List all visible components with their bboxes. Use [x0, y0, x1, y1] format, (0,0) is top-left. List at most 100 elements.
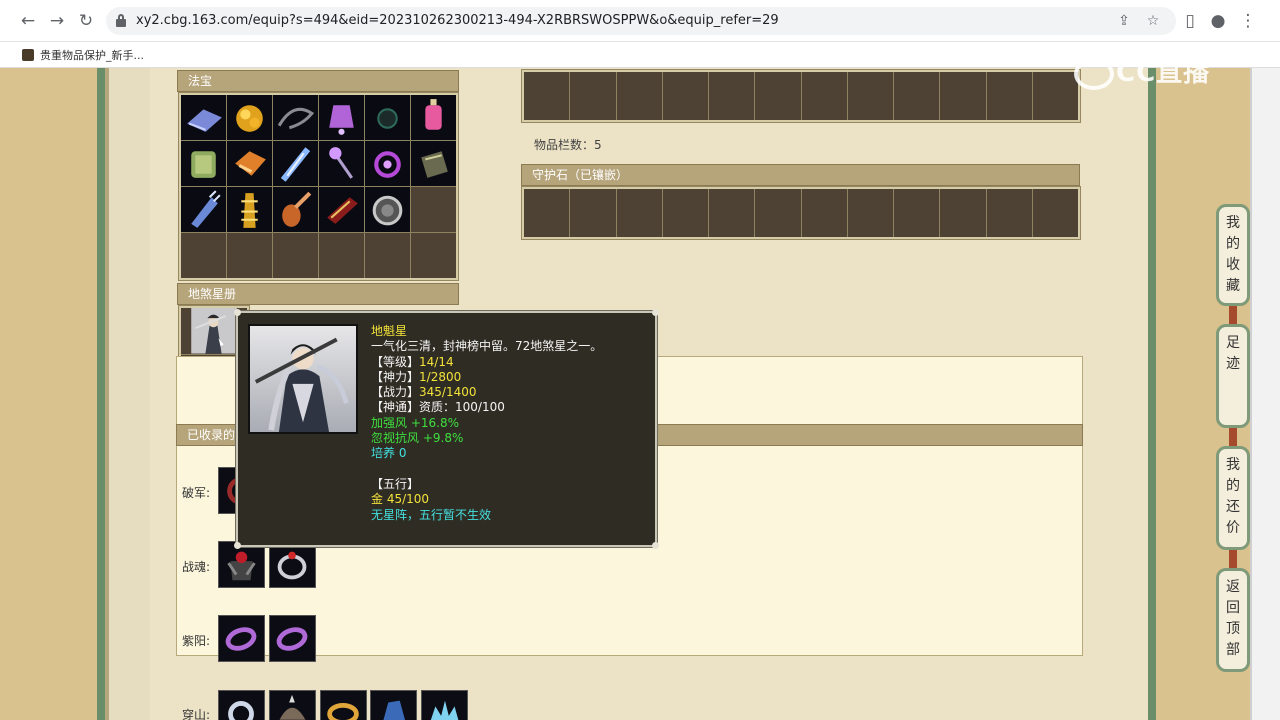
tab-connector [1229, 426, 1237, 446]
browser-toolbar: ← → ↻ xy2.cbg.163.com/equip?s=494&eid=20… [0, 0, 1280, 42]
address-bar[interactable]: xy2.cbg.163.com/equip?s=494&eid=20231026… [106, 7, 1176, 35]
favicon-icon [22, 49, 34, 61]
purple-ring-icon [276, 627, 308, 651]
guard-stone-slot[interactable] [524, 189, 570, 237]
tab-label: 返回顶部 [1226, 579, 1240, 658]
fabao-slot[interactable] [181, 95, 226, 140]
collected-item[interactable] [218, 541, 265, 588]
fabao-empty-slot[interactable] [319, 233, 364, 278]
menu-icon[interactable]: ⋮ [1238, 11, 1258, 31]
share-icon[interactable]: ⇪ [1114, 11, 1134, 31]
guard-stone-slot[interactable] [894, 189, 940, 237]
fabao-empty-slot[interactable] [273, 233, 318, 278]
inventory-slot[interactable] [986, 72, 1032, 120]
fabao-slot[interactable] [365, 95, 410, 140]
fabao-grid [178, 92, 459, 281]
fabao-empty-slot[interactable] [411, 187, 456, 232]
inventory-slot[interactable] [709, 72, 755, 120]
fabao-slot[interactable] [365, 141, 410, 186]
inventory-slot[interactable] [940, 72, 986, 120]
collected-item[interactable] [370, 690, 417, 720]
my-counteroffer-tab[interactable]: 我的还价 [1216, 446, 1250, 550]
pipa-treasure-icon [282, 191, 312, 227]
dikui-star-portrait [248, 324, 358, 434]
row-label-pojun: 破军: [182, 486, 211, 500]
guard-stone-slot[interactable] [662, 189, 708, 237]
guard-stone-slot[interactable] [616, 189, 662, 237]
guard-stone-slot[interactable] [1032, 189, 1078, 237]
fabao-slot[interactable] [273, 187, 318, 232]
wuxing-note: 无星阵，五行暂不生效 [371, 507, 492, 522]
lock-icon[interactable] [116, 14, 126, 27]
fabao-slot[interactable] [181, 187, 226, 232]
profile-icon[interactable]: ● [1208, 11, 1228, 31]
mirror-treasure-icon [372, 195, 403, 226]
collected-item[interactable] [218, 690, 265, 720]
sidebar-icon[interactable]: ▯ [1180, 11, 1200, 31]
guard-stone-slot[interactable] [709, 189, 755, 237]
inventory-slot[interactable] [662, 72, 708, 120]
fabao-slot[interactable] [319, 187, 364, 232]
inventory-slot[interactable] [894, 72, 940, 120]
back-to-top-tab[interactable]: 返回顶部 [1216, 568, 1250, 672]
guard-stone-slot[interactable] [847, 189, 893, 237]
inventory-slot[interactable] [801, 72, 847, 120]
collected-item[interactable] [269, 615, 316, 662]
fabao-empty-slot[interactable] [227, 233, 272, 278]
inventory-slot[interactable] [570, 72, 616, 120]
collected-item[interactable] [218, 615, 265, 662]
inventory-slot[interactable] [847, 72, 893, 120]
helmet-icon [279, 694, 306, 720]
star-icon[interactable]: ☆ [1143, 11, 1163, 31]
inventory-slot[interactable] [1032, 72, 1078, 120]
bonus-wind: 加强风 +16.8% [371, 415, 459, 430]
fabao-slot[interactable] [181, 141, 226, 186]
fabao-empty-slot[interactable] [411, 233, 456, 278]
reload-icon[interactable]: ↻ [76, 11, 96, 31]
url-text[interactable]: xy2.cbg.163.com/equip?s=494&eid=20231026… [136, 13, 779, 28]
guard-stone-slot[interactable] [755, 189, 801, 237]
fabao-slot[interactable] [227, 187, 272, 232]
inventory-slot[interactable] [524, 72, 570, 120]
guard-stone-slot[interactable] [570, 189, 616, 237]
star-name: 地魁星 [371, 324, 408, 338]
guard-stone-slot[interactable] [801, 189, 847, 237]
collected-item[interactable] [269, 690, 316, 720]
collected-title: 已收录的 [187, 428, 236, 442]
red-seal-treasure-icon [327, 197, 358, 224]
fabao-slot[interactable] [365, 187, 410, 232]
fabao-slot[interactable] [411, 141, 456, 186]
collected-item[interactable] [269, 541, 316, 588]
fabao-slot[interactable] [227, 141, 272, 186]
gem-ring-icon [227, 551, 256, 581]
forward-arrow-icon[interactable]: → [47, 11, 67, 31]
back-arrow-icon[interactable]: ← [18, 11, 38, 31]
fabao-slot[interactable] [273, 95, 318, 140]
fabao-slot[interactable] [411, 95, 456, 140]
silver-ring-icon [277, 551, 307, 580]
fabao-empty-slot[interactable] [181, 233, 226, 278]
inventory-slot[interactable] [755, 72, 801, 120]
my-favorites-tab[interactable]: 我的收藏 [1216, 204, 1250, 306]
fabao-slot[interactable] [273, 141, 318, 186]
inventory-slot[interactable] [616, 72, 662, 120]
bookmark-item[interactable]: 贵重物品保护_新手... [22, 46, 144, 64]
item-count-label: 物品栏数： [534, 138, 595, 152]
guard-stone-slot[interactable] [986, 189, 1032, 237]
close-icon[interactable]: ✕ [1262, 14, 1280, 39]
collected-item[interactable] [421, 690, 468, 720]
guard-stone-slot[interactable] [940, 189, 986, 237]
fabao-slot[interactable] [319, 141, 364, 186]
fabao-empty-slot[interactable] [365, 233, 410, 278]
star-description: 一气化三清，封神榜中留。72地煞星之一。 [371, 339, 603, 354]
collected-item[interactable] [320, 690, 367, 720]
fabao-slot[interactable] [227, 95, 272, 140]
gold-flower-treasure-icon [236, 105, 263, 132]
purple-staff-treasure-icon [329, 147, 353, 179]
fabao-slot[interactable] [319, 95, 364, 140]
footprint-tab[interactable]: 足迹 [1216, 324, 1250, 428]
white-ring-icon [228, 701, 254, 720]
tab-connector [1229, 304, 1237, 324]
book-treasure-icon [187, 109, 222, 132]
shenli-label: 【神力】 [371, 369, 420, 384]
